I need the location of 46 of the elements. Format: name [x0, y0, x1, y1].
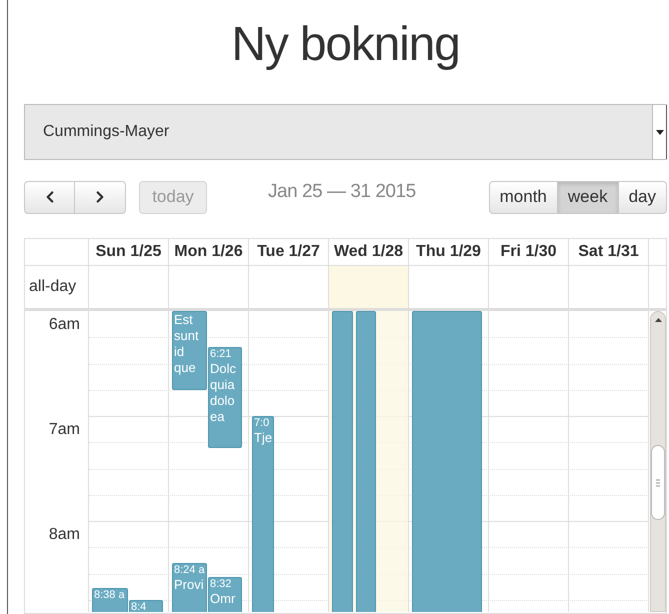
scroll-up-icon[interactable]	[655, 318, 662, 322]
calendar-event[interactable]: 6:21 Dolc quia dolo ea	[208, 347, 242, 448]
previous-button[interactable]	[24, 180, 75, 214]
calendar-event[interactable]	[356, 311, 376, 612]
event-time: 8:4	[131, 601, 146, 612]
day-header: Thu 1/29	[409, 239, 489, 265]
time-label: 7am	[48, 420, 80, 440]
day-header: Sat 1/31	[569, 239, 649, 265]
time-label: 8am	[48, 525, 80, 545]
day-header: Mon 1/26	[169, 239, 249, 265]
dropdown-caret-icon[interactable]	[652, 105, 666, 159]
all-day-label: all-day	[29, 277, 76, 297]
calendar-event[interactable]	[332, 311, 353, 612]
calendar-event[interactable]: 8:24 a Provi	[172, 563, 207, 612]
select-value: Cummings-Mayer	[42, 122, 170, 142]
day-header: Wed 1/28	[329, 239, 409, 265]
event-title: Est sunt id que	[174, 312, 200, 376]
calendar-event[interactable]: 8:32 Omr	[208, 577, 242, 612]
calendar-event[interactable]: 8:4	[129, 600, 163, 612]
event-title: Dolc quia dolo ea	[210, 361, 238, 425]
scrollbar[interactable]	[650, 311, 666, 612]
next-button[interactable]	[75, 180, 126, 214]
event-title: Omr	[210, 591, 236, 607]
customer-select[interactable]: Cummings-Mayer	[24, 104, 667, 160]
date-range: Jan 25 — 31 2015	[268, 180, 416, 204]
all-day-cell[interactable]	[329, 266, 409, 308]
calendar-event[interactable]: Est sunt id que	[172, 311, 207, 390]
scrollbar-thumb[interactable]	[651, 445, 665, 520]
day-header: Fri 1/30	[489, 239, 569, 265]
calendar-event[interactable]: 7:0 Tje	[252, 416, 274, 612]
view-tab[interactable]: month	[488, 180, 558, 214]
event-title: Provi	[174, 577, 204, 593]
day-header: Sun 1/25	[89, 239, 169, 265]
calendar-event[interactable]: 8:38 a	[92, 588, 128, 612]
event-time: 8:24 a	[174, 564, 205, 577]
view-tab[interactable]: week	[558, 180, 619, 214]
page-title: Ny bokning	[231, 17, 460, 73]
view-tab[interactable]: day	[618, 180, 667, 214]
event-title: Tje	[254, 430, 272, 446]
day-header: Tue 1/27	[249, 239, 329, 265]
event-time: 8:38 a	[94, 589, 125, 602]
calendar-event[interactable]	[412, 311, 482, 612]
event-time: 6:21	[210, 348, 232, 361]
event-time: 8:32	[210, 578, 232, 591]
time-label: 6am	[48, 315, 80, 335]
event-time: 7:0	[254, 417, 270, 430]
